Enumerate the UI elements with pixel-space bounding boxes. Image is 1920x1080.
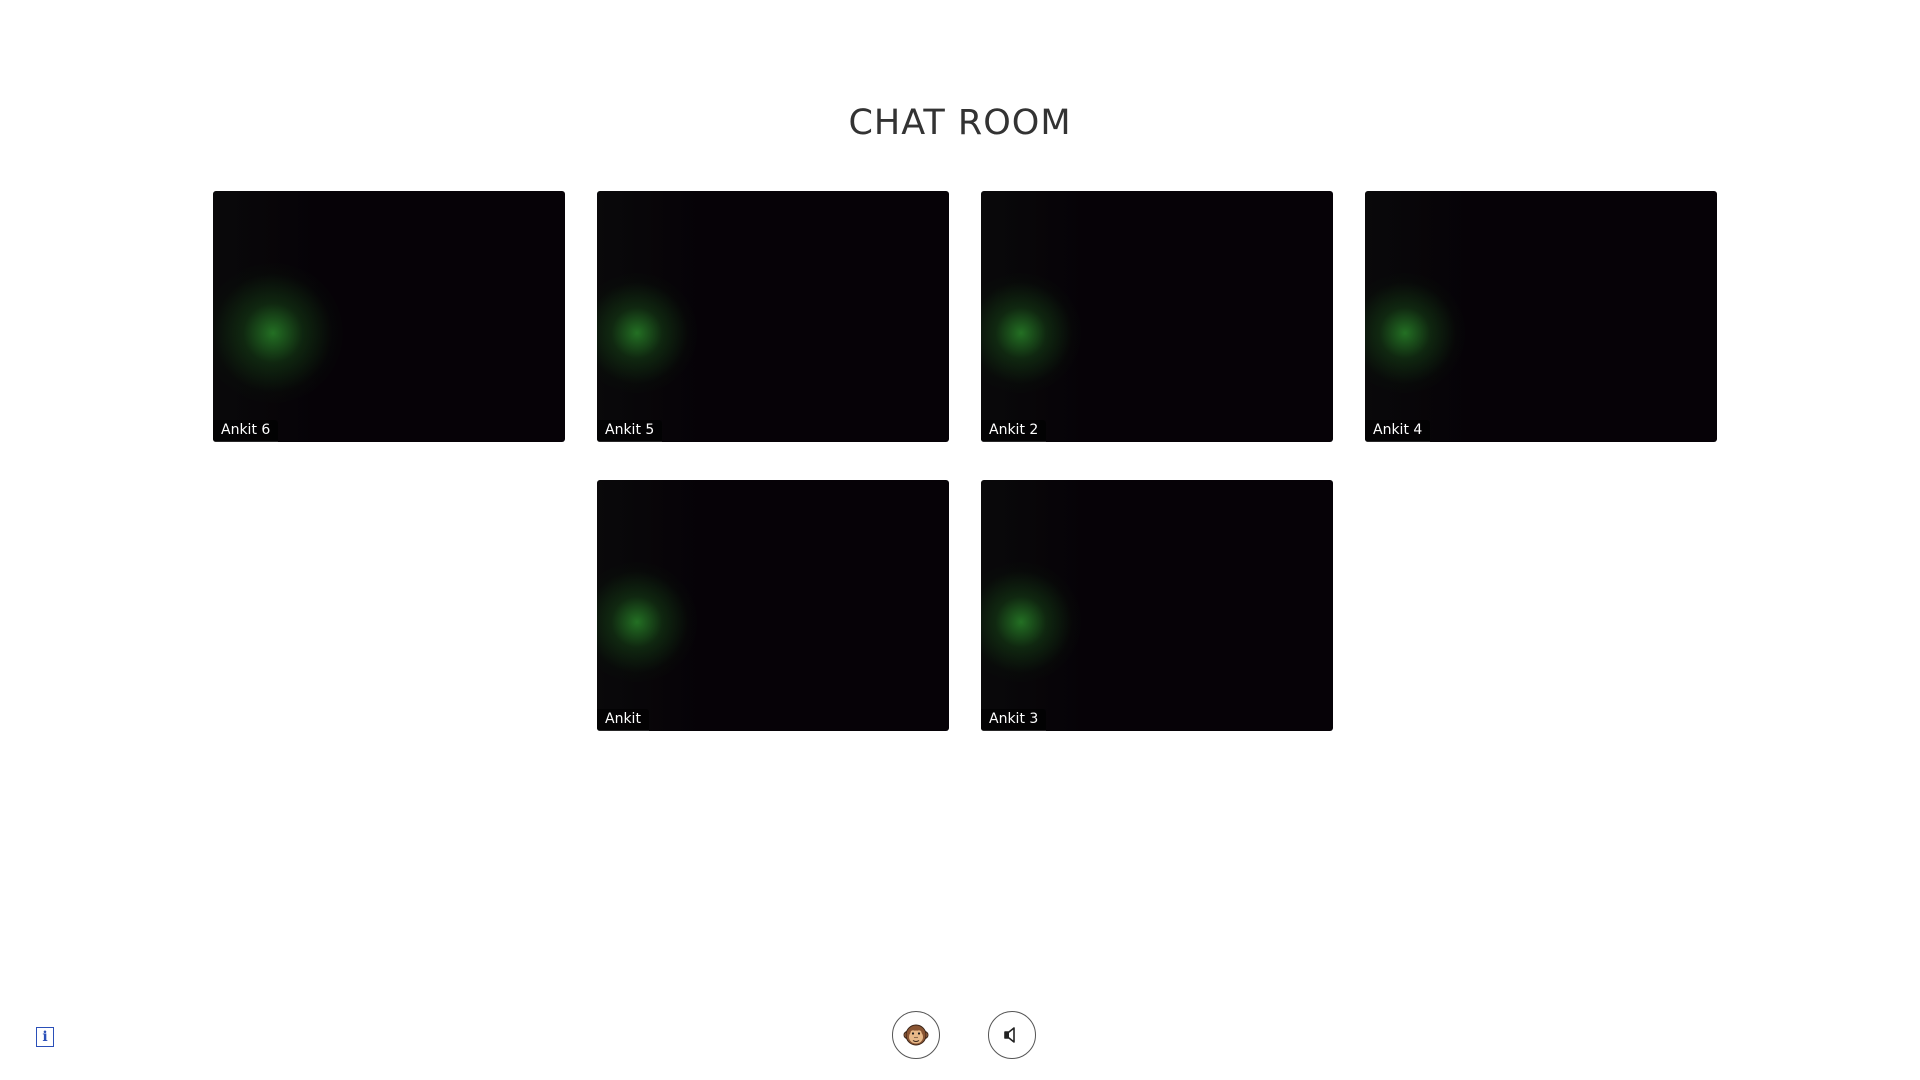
video-tile[interactable]: Ankit 3 bbox=[981, 480, 1333, 731]
video-tile[interactable]: Ankit bbox=[597, 480, 949, 731]
toggle-video-button[interactable] bbox=[892, 1011, 940, 1059]
toggle-audio-button[interactable] bbox=[988, 1011, 1036, 1059]
video-tile[interactable]: Ankit 4 bbox=[1365, 191, 1717, 442]
speaker-icon bbox=[1004, 1027, 1015, 1043]
info-icon: i bbox=[42, 1029, 48, 1045]
video-tile[interactable]: Ankit 2 bbox=[981, 191, 1333, 442]
participant-name: Ankit 4 bbox=[1365, 420, 1431, 442]
participant-name: Ankit 6 bbox=[213, 420, 279, 442]
info-button[interactable]: i bbox=[36, 1027, 54, 1047]
participant-name: Ankit bbox=[597, 709, 649, 731]
participant-name: Ankit 2 bbox=[981, 420, 1047, 442]
participant-name: Ankit 3 bbox=[981, 709, 1047, 731]
video-tile[interactable]: Ankit 5 bbox=[597, 191, 949, 442]
page-title: CHAT ROOM bbox=[848, 103, 1072, 143]
monkey-face-icon bbox=[903, 1024, 929, 1046]
video-tile[interactable]: Ankit 6 bbox=[213, 191, 565, 442]
participant-name: Ankit 5 bbox=[597, 420, 663, 442]
